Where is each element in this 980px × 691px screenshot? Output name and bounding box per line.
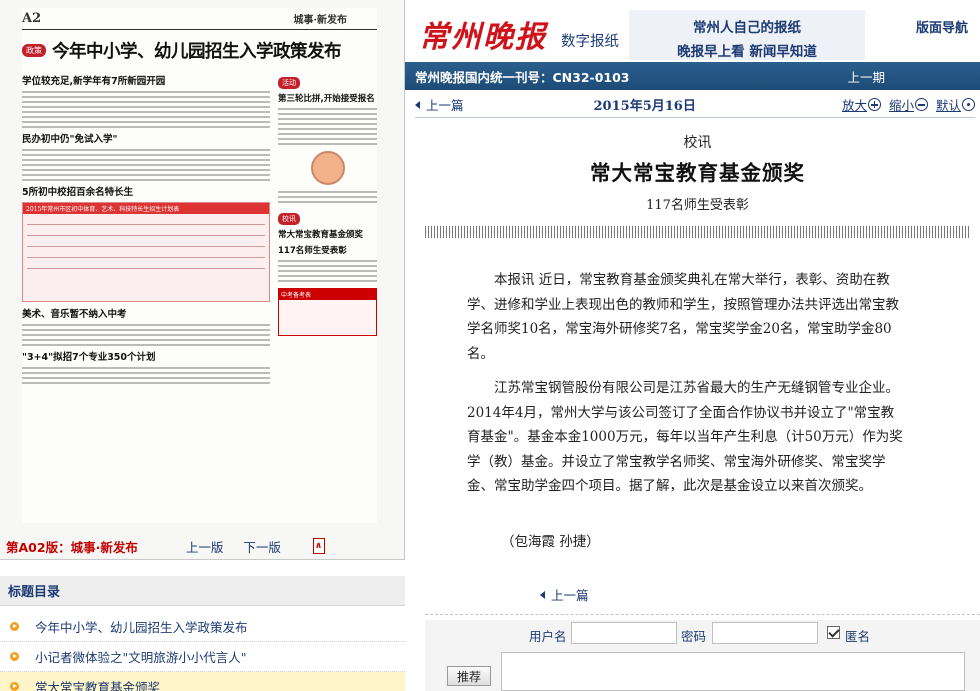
newspaper-columns: 学位较充足,新学年有7所新园开园 民办初中仍"免试入学" 5所初中校招百余名特长… [22,70,377,520]
page-label: 第A02版：城事·新发布 [6,539,138,555]
bullet-arrow-icon [10,652,19,661]
toc-item-label: 今年中小学、幼儿园招生入学政策发布 [35,620,248,635]
date-bar: 上一篇 2015年5月16日 放大 缩小 默认 [415,92,975,118]
text-block [278,191,377,203]
default-size-label: 默认 [935,98,961,113]
issue-date: 2015年5月16日 [593,99,696,114]
text-block [278,108,377,145]
text-block [22,91,270,128]
dot-circle-icon [962,98,975,111]
bottom-prev-article-link[interactable]: 上一篇 [540,585,589,604]
prev-issue-link[interactable]: 上一期 [848,67,886,86]
password-field[interactable] [712,622,818,644]
recommend-button[interactable]: 推荐 [447,666,491,686]
toc-item-label: 常大常宝教育基金颁奖 [35,680,161,691]
zoom-in-button[interactable]: 放大 [842,95,881,114]
newspaper-headline[interactable]: 今年中小学、幼儿园招生入学政策发布 [52,38,342,63]
triangle-left-icon [540,590,545,599]
toc-item[interactable]: 小记者微体验之"文明旅游小小代言人" [0,642,405,672]
newspaper-subhead: "3+4"拟招7个专业350个计划 [22,352,156,363]
left-panel: A2 城事·新发布 政策 今年中小学、幼儿园招生入学政策发布 学位较充足,新学年… [0,0,405,691]
newspaper-page-image[interactable]: A2 城事·新发布 政策 今年中小学、幼儿园招生入学政策发布 学位较充足,新学年… [22,8,377,523]
divider [425,614,980,615]
default-size-button[interactable]: 默认 [936,95,975,114]
issn-label: 常州晚报国内统一刊号：CN32-0103 [415,69,630,85]
toc-list: 今年中小学、幼儿园招生入学政策发布 小记者微体验之"文明旅游小小代言人" 常大常… [0,612,405,691]
prev-page-link[interactable]: 上一版 [186,537,224,556]
zoom-out-button[interactable]: 缩小 [889,95,928,114]
article-eyebrow: 校讯 [683,135,712,151]
zoom-out-label: 缩小 [888,98,914,113]
newspaper-headline-tag: 政策 [22,44,46,57]
newspaper-table: 2015年常州市区初中体育、艺术、科技特长生招生计划表 [22,202,270,302]
issue-bar: 常州晚报国内统一刊号：CN32-0103 上一期 [405,62,980,90]
minus-circle-icon [914,98,928,111]
newspaper-subhead: 美术、音乐暂不纳入中考 [22,309,127,320]
thumbnail-footer: 第A02版：城事·新发布 上一版 下一版 ∧ [0,532,404,559]
toc-item-label: 小记者微体验之"文明旅游小小代言人" [35,650,247,665]
page-thumbnail[interactable]: A2 城事·新发布 政策 今年中小学、幼儿园招生入学政策发布 学位较充足,新学年… [0,0,405,560]
plus-circle-icon [867,98,881,111]
page-nav-link[interactable]: 版面导航 [916,17,968,36]
site-header: 常州晚报 数字报纸 常州人自己的报纸 晚报早上看 新闻早知道 版面导航 [405,0,980,62]
triangle-left-icon [415,100,420,109]
newspaper-subhead: 民办初中仍"免试入学" [22,134,118,145]
newspaper-table-title: 2015年常州市区初中体育、艺术、科技特长生招生计划表 [23,203,269,214]
newspaper-left-column: 学位较充足,新学年有7所新园开园 民办初中仍"免试入学" 5所初中校招百余名特长… [22,70,270,520]
newspaper-subhead: 5所初中校招百余名特长生 [22,187,134,198]
comment-textarea[interactable] [501,652,965,691]
anonymous-checkbox[interactable] [827,626,840,639]
newspaper-subhead: 学位较充足,新学年有7所新园开园 [22,76,166,87]
newspaper-right-column: 活动 第三轮比拼,开始接受报名 校讯 常大常宝教育基金颁奖 117名师生受表彰 … [278,70,377,520]
article-byline: （包海霞 孙捷） [501,534,600,550]
article-paragraph: 江苏常宝钢管股份有限公司是江苏省最大的生产无缝钢管专业企业。2014年4月，常州… [467,380,903,494]
pdf-icon[interactable]: ∧ [312,538,327,554]
prev-article-link[interactable]: 上一篇 [415,95,464,114]
slogan-line-1: 常州人自己的报纸 [693,20,801,36]
newspaper-headline-row: 政策 今年中小学、幼儿园招生入学政策发布 [22,30,377,67]
newspaper-header: A2 城事·新发布 [22,8,377,30]
zoom-in-label: 放大 [841,98,867,113]
article-subtitle: 117名师生受表彰 [646,198,749,213]
site-logo[interactable]: 常州晚报 [419,12,547,56]
newspaper-right-sub2: 117名师生受表彰 [278,246,347,256]
bullet-arrow-icon [10,682,19,691]
newspaper-page-number: A2 [22,11,42,26]
text-block [22,367,270,384]
anonymous-label: 匿名 [845,629,871,644]
digital-edition-label: 数字报纸 [561,34,619,50]
newspaper-schedule-title: 中考备考表 [279,289,376,300]
slogan-box: 常州人自己的报纸 晚报早上看 新闻早知道 [629,10,865,60]
toc-header: 标题目录 [0,576,405,606]
password-label: 密码 [681,629,707,644]
article-header: 校讯 常大常宝教育基金颁奖 117名师生受表彰 [425,132,970,213]
article-divider [425,226,970,238]
prev-article-label: 上一篇 [426,98,464,113]
newspaper-right-tag2: 校讯 [278,213,300,225]
toc-item-active[interactable]: 常大常宝教育基金颁奖 [0,672,405,691]
text-block [22,149,270,181]
comment-form: 用户名 密码 匿名 推荐 [425,620,980,691]
toc-item[interactable]: 今年中小学、幼儿园招生入学政策发布 [0,612,405,642]
bullet-arrow-icon [10,622,19,631]
newspaper-right-tag: 活动 [278,77,300,89]
page: A2 城事·新发布 政策 今年中小学、幼儿园招生入学政策发布 学位较充足,新学年… [0,0,980,691]
newspaper-section: 城事·新发布 [293,15,347,26]
newspaper-right-title2[interactable]: 常大常宝教育基金颁奖 [278,228,377,240]
zoom-controls: 放大 缩小 默认 [834,95,975,114]
newspaper-schedule-box: 中考备考表 [278,288,377,336]
username-field[interactable] [571,622,677,644]
right-panel: 常州晚报 数字报纸 常州人自己的报纸 晚报早上看 新闻早知道 版面导航 常州晚报… [405,0,980,691]
article-body: 本报讯 近日，常宝教育基金颁奖典礼在常大举行，表彰、资助在教学、进修和学业上表现… [467,268,907,509]
next-page-link[interactable]: 下一版 [243,537,281,556]
slogan-line-2: 晚报早上看 新闻早知道 [677,44,817,60]
article-paragraph: 本报讯 近日，常宝教育基金颁奖典礼在常大举行，表彰、资助在教学、进修和学业上表现… [467,272,899,362]
newspaper-right-title: 第三轮比拼,开始接受报名 [278,94,375,104]
bottom-prev-article-label: 上一篇 [551,588,589,603]
text-block [278,260,377,282]
article-title: 常大常宝教育基金颁奖 [590,161,805,185]
username-label: 用户名 [529,629,567,644]
text-block [22,324,270,346]
cartoon-mascot-icon [310,151,345,185]
